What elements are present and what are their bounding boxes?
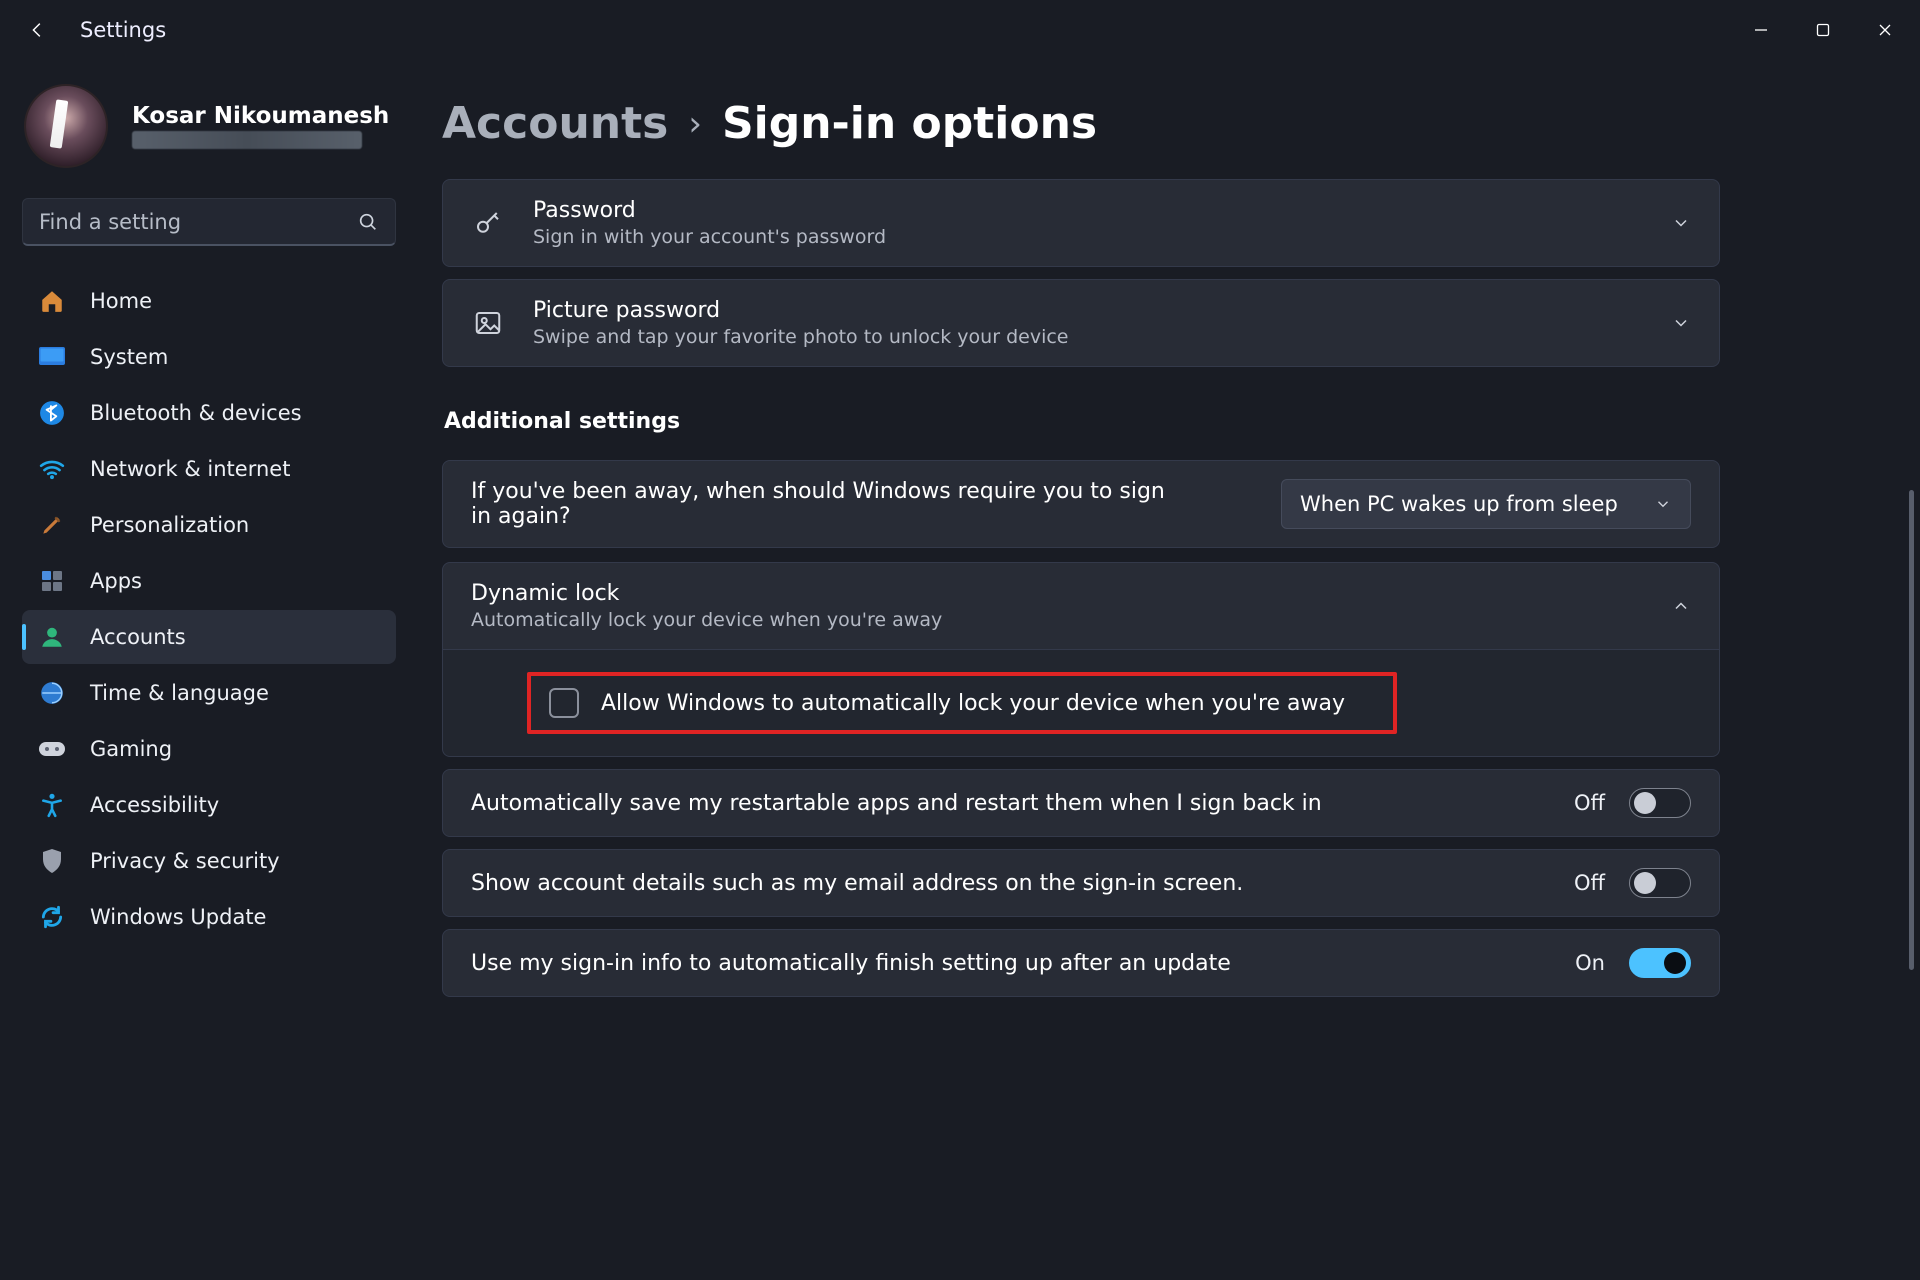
sidebar-item-label: Personalization (90, 513, 249, 537)
nav-list: Home System Bluetooth & devices Network … (22, 274, 396, 944)
gamepad-icon (38, 735, 66, 763)
bluetooth-icon (38, 399, 66, 427)
toggle-state-text: On (1575, 951, 1605, 975)
toggle-state-text: Off (1574, 791, 1605, 815)
sidebar-item-time-language[interactable]: Time & language (22, 666, 396, 720)
sidebar-item-label: Gaming (90, 737, 172, 761)
dynamic-lock-body: Allow Windows to automatically lock your… (442, 650, 1720, 757)
card-subtitle: Swipe and tap your favorite photo to unl… (533, 326, 1643, 348)
accounts-icon (38, 623, 66, 651)
sidebar-item-label: System (90, 345, 168, 369)
sidebar-item-label: Home (90, 289, 152, 313)
titlebar: Settings (0, 0, 1920, 60)
shield-icon (38, 847, 66, 875)
sidebar-item-accounts[interactable]: Accounts (22, 610, 396, 664)
setting-label: Automatically save my restartable apps a… (471, 791, 1546, 816)
signin-method-password[interactable]: Password Sign in with your account's pas… (442, 179, 1720, 267)
chevron-up-icon (1671, 596, 1691, 616)
card-title: Dynamic lock (471, 581, 1643, 606)
setting-label: If you've been away, when should Windows… (471, 479, 1191, 529)
sidebar-item-accessibility[interactable]: Accessibility (22, 778, 396, 832)
breadcrumb: Accounts › Sign-in options (442, 98, 1880, 149)
profile-block[interactable]: Kosar Nikoumanesh (22, 84, 396, 168)
key-icon (471, 208, 505, 238)
sidebar-item-apps[interactable]: Apps (22, 554, 396, 608)
close-button[interactable] (1854, 7, 1916, 53)
signin-method-picture-password[interactable]: Picture password Swipe and tap your favo… (442, 279, 1720, 367)
dynamic-lock-checkbox-row[interactable]: Allow Windows to automatically lock your… (527, 672, 1397, 734)
app-title: Settings (80, 18, 166, 42)
window-controls (1730, 7, 1916, 53)
clock-globe-icon (38, 679, 66, 707)
search-input[interactable] (39, 210, 357, 234)
sidebar-item-privacy[interactable]: Privacy & security (22, 834, 396, 888)
breadcrumb-current: Sign-in options (722, 98, 1097, 149)
toggle-switch[interactable] (1629, 868, 1691, 898)
sidebar-item-label: Time & language (90, 681, 269, 705)
checkbox[interactable] (549, 688, 579, 718)
main-panel: Accounts › Sign-in options Password Sign… (418, 60, 1920, 1280)
card-subtitle: Sign in with your account's password (533, 226, 1643, 248)
require-signin-select[interactable]: When PC wakes up from sleep (1281, 479, 1691, 529)
sidebar-item-network[interactable]: Network & internet (22, 442, 396, 496)
additional-settings-heading: Additional settings (444, 409, 1720, 434)
sidebar-item-label: Bluetooth & devices (90, 401, 302, 425)
setting-use-signin-info: Use my sign-in info to automatically fin… (442, 929, 1720, 997)
setting-restartable-apps: Automatically save my restartable apps a… (442, 769, 1720, 837)
sidebar-item-windows-update[interactable]: Windows Update (22, 890, 396, 944)
update-icon (38, 903, 66, 931)
setting-show-account-details: Show account details such as my email ad… (442, 849, 1720, 917)
chevron-right-icon: › (688, 104, 702, 144)
setting-require-signin: If you've been away, when should Windows… (442, 460, 1720, 548)
breadcrumb-parent[interactable]: Accounts (442, 98, 668, 149)
wifi-icon (38, 455, 66, 483)
profile-email-redacted (132, 131, 362, 149)
minimize-button[interactable] (1730, 7, 1792, 53)
chevron-down-icon (1671, 313, 1691, 333)
sidebar: Kosar Nikoumanesh Home System Bluetooth … (0, 60, 418, 1280)
select-value: When PC wakes up from sleep (1300, 492, 1618, 516)
sidebar-item-label: Network & internet (90, 457, 290, 481)
sidebar-item-personalization[interactable]: Personalization (22, 498, 396, 552)
setting-label: Use my sign-in info to automatically fin… (471, 951, 1547, 976)
paintbrush-icon (38, 511, 66, 539)
scrollbar-thumb[interactable] (1909, 490, 1914, 970)
sidebar-item-system[interactable]: System (22, 330, 396, 384)
setting-dynamic-lock[interactable]: Dynamic lock Automatically lock your dev… (442, 562, 1720, 650)
sidebar-item-label: Accounts (90, 625, 186, 649)
toggle-state-text: Off (1574, 871, 1605, 895)
profile-name: Kosar Nikoumanesh (132, 103, 389, 129)
toggle-switch[interactable] (1629, 948, 1691, 978)
sidebar-item-gaming[interactable]: Gaming (22, 722, 396, 776)
sidebar-item-label: Apps (90, 569, 142, 593)
sidebar-item-label: Windows Update (90, 905, 266, 929)
accessibility-icon (38, 791, 66, 819)
sidebar-item-bluetooth[interactable]: Bluetooth & devices (22, 386, 396, 440)
picture-icon (471, 308, 505, 338)
home-icon (38, 287, 66, 315)
search-box[interactable] (22, 198, 396, 246)
card-title: Password (533, 198, 1643, 223)
maximize-button[interactable] (1792, 7, 1854, 53)
card-subtitle: Automatically lock your device when you'… (471, 609, 1643, 631)
apps-icon (38, 567, 66, 595)
checkbox-label: Allow Windows to automatically lock your… (601, 691, 1345, 716)
sidebar-item-label: Privacy & security (90, 849, 280, 873)
chevron-down-icon (1654, 495, 1672, 513)
sidebar-item-label: Accessibility (90, 793, 219, 817)
toggle-switch[interactable] (1629, 788, 1691, 818)
setting-label: Show account details such as my email ad… (471, 871, 1546, 896)
sidebar-item-home[interactable]: Home (22, 274, 396, 328)
card-title: Picture password (533, 298, 1643, 323)
back-button[interactable] (24, 16, 52, 44)
avatar (24, 84, 108, 168)
system-icon (38, 343, 66, 371)
chevron-down-icon (1671, 213, 1691, 233)
search-icon (357, 211, 379, 233)
